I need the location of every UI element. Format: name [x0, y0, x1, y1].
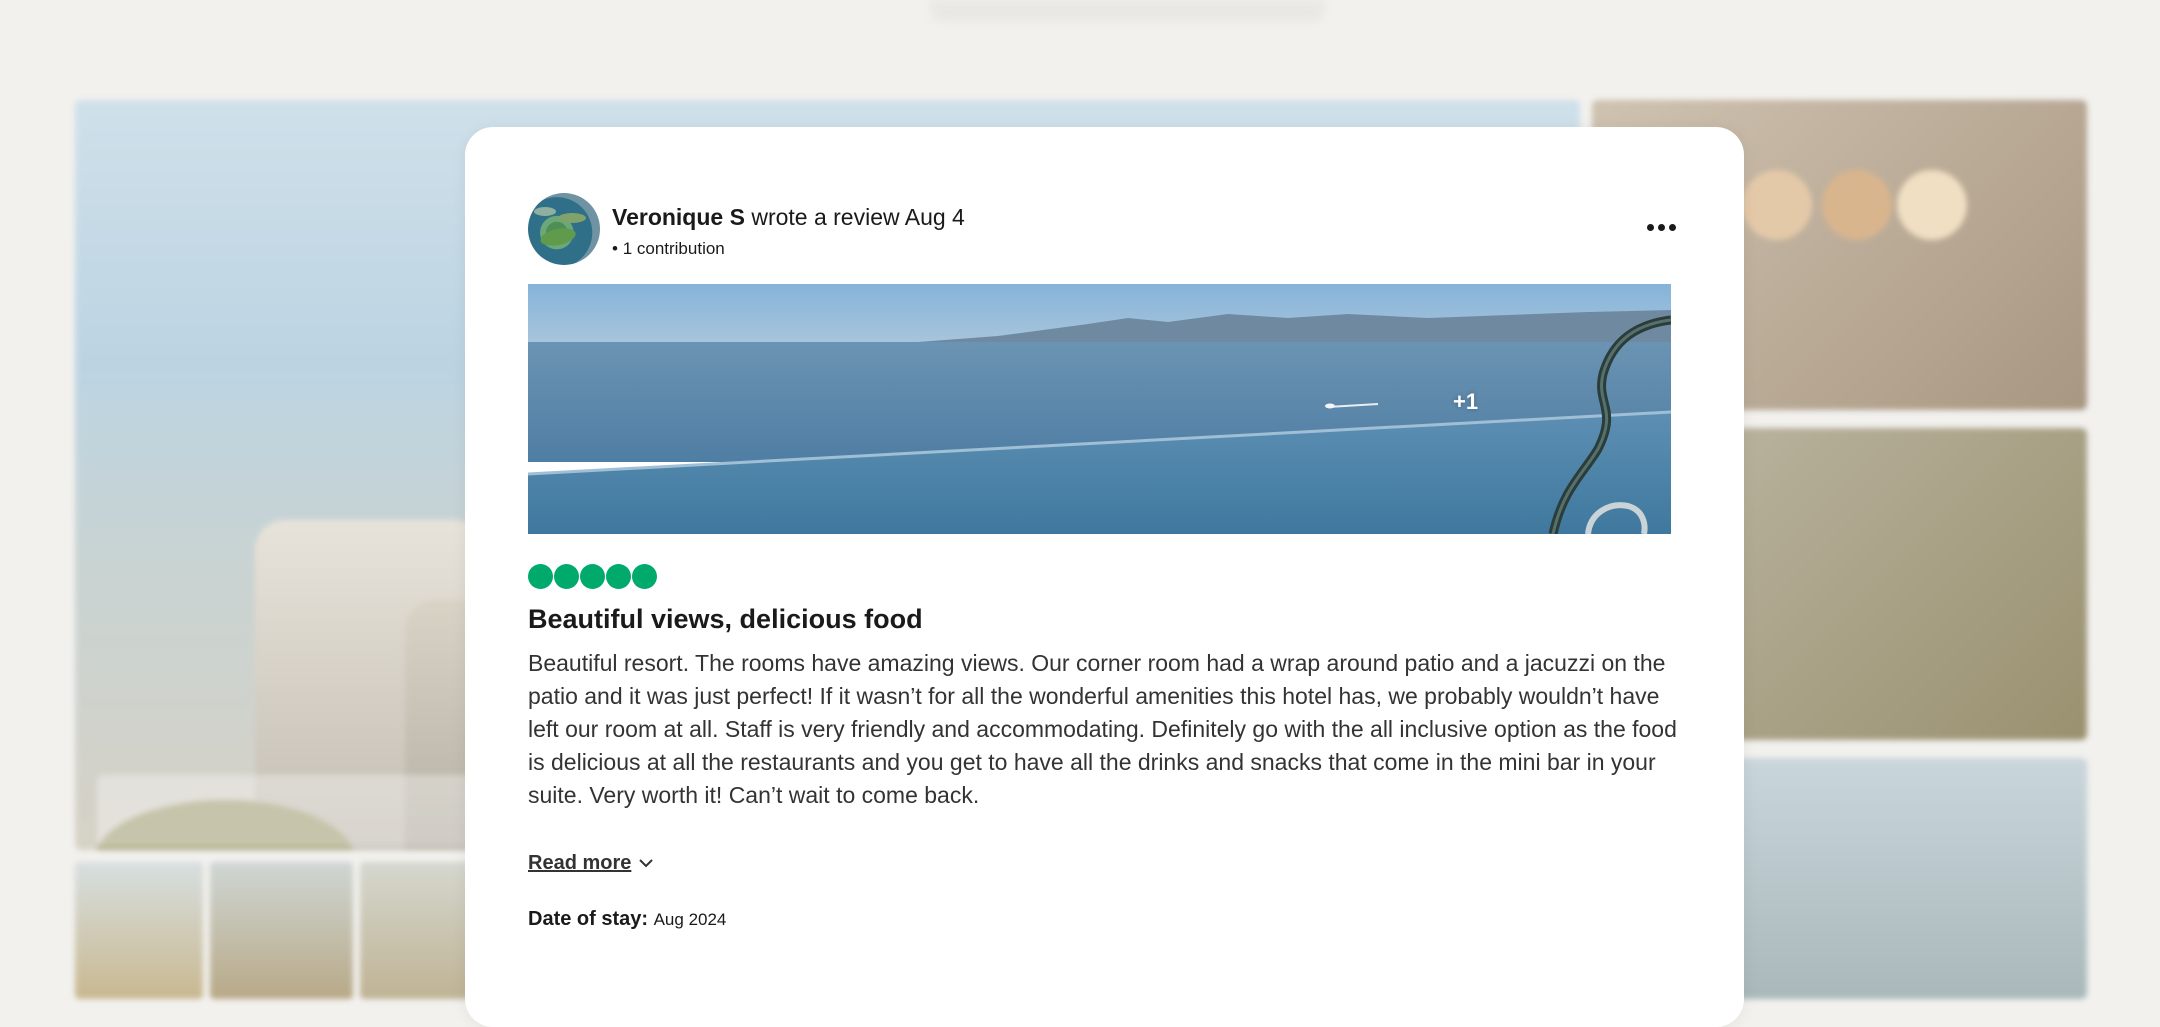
- review-photo[interactable]: +1: [528, 284, 1671, 534]
- read-more-button[interactable]: Read more: [528, 850, 655, 876]
- review-action-text: wrote a review Aug 4: [744, 204, 965, 230]
- avatar[interactable]: [528, 193, 600, 265]
- background-top-bar: [930, 0, 1325, 22]
- date-of-stay-label: Date of stay:: [528, 908, 649, 930]
- contribution-count: 1 contribution: [622, 239, 725, 258]
- reviewer-line: Veronique S wrote a review Aug 4: [612, 203, 965, 231]
- date-of-stay: Date of stay: Aug 2024: [528, 907, 726, 932]
- sea-view-image: [528, 284, 1671, 534]
- read-more-label: Read more: [528, 851, 632, 874]
- rating-bubble: [580, 564, 605, 589]
- reviewer-name[interactable]: Veronique S: [612, 204, 745, 230]
- review-title: Beautiful views, delicious food: [528, 604, 923, 634]
- contribution-bullet: •: [612, 239, 618, 258]
- rating-bubbles: [528, 564, 657, 590]
- rating-bubble: [606, 564, 631, 589]
- rating-bubble: [528, 564, 553, 589]
- rating-bubble: [632, 564, 657, 589]
- contribution-line: • 1 contribution: [612, 239, 725, 259]
- more-photos-count[interactable]: +1: [1453, 389, 1478, 415]
- review-header: Veronique S wrote a review Aug 4 • 1 con…: [528, 193, 1681, 267]
- review-card: Veronique S wrote a review Aug 4 • 1 con…: [465, 127, 1744, 1027]
- review-body: Beautiful resort. The rooms have amazing…: [528, 650, 1677, 808]
- date-of-stay-value: Aug 2024: [653, 910, 727, 929]
- background-photo-label: [97, 775, 517, 847]
- rating-bubble: [554, 564, 579, 589]
- chevron-down-icon: [639, 859, 654, 868]
- more-options-icon[interactable]: [1641, 211, 1681, 243]
